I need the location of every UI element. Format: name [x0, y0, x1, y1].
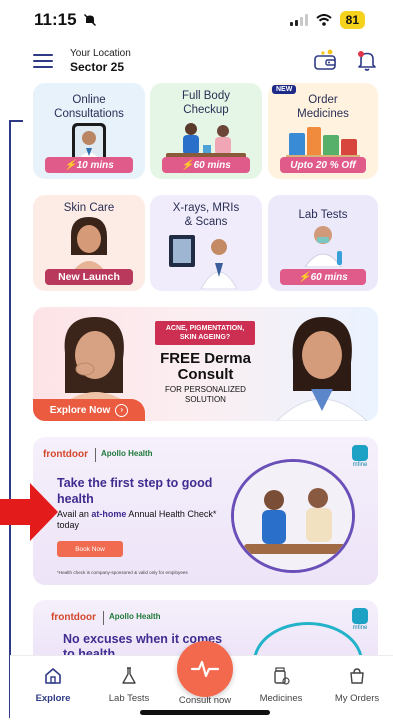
tile-xrays-mris-scans[interactable]: X-rays, MRIs & Scans [150, 195, 262, 291]
wallet-icon[interactable] [312, 48, 338, 72]
frontdoor-health-check-card[interactable]: frontdoor Apollo Health mfine Take the f… [33, 437, 378, 585]
location-selector[interactable]: Sector 25 [70, 60, 124, 74]
tile-badge: Upto 20 % Off [280, 157, 366, 173]
tile-order-medicines[interactable]: NEW Order Medicines Upto 20 % Off [268, 83, 378, 179]
tile-skin-care[interactable]: Skin Care New Launch [33, 195, 145, 291]
mfine-logo: mfine [352, 608, 368, 631]
battery-indicator: 81 [339, 11, 365, 29]
status-bar: 11:15 81 [0, 0, 393, 40]
skincare-woman-illustration [71, 217, 107, 271]
nav-label: Explore [35, 693, 71, 704]
nav-medicines[interactable]: Medicines [246, 666, 316, 704]
nav-explore[interactable]: Explore [18, 666, 88, 704]
frontdoor-logo: frontdoor [51, 612, 96, 623]
heartbeat-icon [191, 660, 219, 678]
logo-divider [103, 611, 104, 625]
lab-technician-illustration [304, 226, 342, 267]
partner-logo: Apollo Health [109, 612, 161, 621]
red-arrow-icon [0, 483, 58, 541]
medicine-icon [274, 667, 290, 685]
frontdoor-note: *Health check is company-sponsored & val… [57, 570, 188, 575]
tile-title: Full Body Checkup [182, 90, 230, 116]
status-indicators: 81 [289, 11, 365, 29]
annotation-tick [9, 120, 23, 122]
bag-icon [350, 668, 364, 684]
derma-subtitle: FOR PERSONALIZED SOLUTION [165, 385, 246, 404]
tile-title: Order Medicines [297, 94, 349, 120]
book-now-button[interactable]: Book Now [57, 541, 123, 557]
doctor-woman-illustration [276, 317, 368, 421]
chevron-right-icon: › [115, 403, 129, 417]
nav-my-orders[interactable]: My Orders [322, 666, 392, 704]
status-time: 11:15 [34, 10, 77, 29]
status-time-group: 11:15 [34, 10, 97, 30]
derma-tag: ACNE, PIGMENTATION, SKIN AGEING? [155, 321, 255, 345]
tile-title: Online Consultations [54, 94, 124, 120]
tile-badge: New Launch [45, 269, 133, 285]
tile-online-consultations[interactable]: Online Consultations ⚡10 mins [33, 83, 145, 179]
mfine-logo: mfine [352, 445, 368, 468]
nav-lab-tests[interactable]: Lab Tests [94, 666, 164, 704]
consult-now-button[interactable] [177, 641, 233, 697]
health-check-photo [231, 459, 355, 573]
frontdoor-subtitle: Avail an at-home Annual Health Check* to… [57, 509, 217, 530]
mfine-icon [352, 445, 368, 461]
mfine-label: mfine [352, 625, 368, 631]
tile-badge: ⚡60 mins [162, 157, 250, 173]
partner-logo: Apollo Health [101, 449, 153, 458]
location-label: Your Location [70, 48, 131, 59]
derma-consult-banner[interactable]: ACNE, PIGMENTATION, SKIN AGEING? FREE De… [33, 307, 378, 421]
header: Your Location Sector 25 [0, 42, 393, 78]
signal-icon [289, 14, 308, 26]
hamburger-menu-icon[interactable] [33, 54, 53, 68]
mfine-icon [352, 608, 368, 624]
mfine-label: mfine [352, 462, 368, 468]
medicines-illustration [286, 127, 360, 160]
nav-label: My Orders [334, 693, 380, 704]
app-screen: 11:15 81 Your Location Sector 25 Online … [0, 0, 393, 721]
home-icon [45, 668, 61, 684]
tile-title: Skin Care [63, 202, 115, 214]
explore-now-button[interactable]: Explore Now › [33, 399, 145, 421]
radiologist-illustration [169, 235, 238, 289]
derma-title: FREE Derma Consult [160, 350, 251, 383]
annotation-line [9, 120, 11, 718]
notification-bell-icon[interactable] [356, 48, 378, 72]
wifi-icon [315, 14, 332, 26]
explore-now-label: Explore Now [49, 404, 111, 416]
frontdoor-title: Take the first step to good health [57, 476, 213, 506]
tile-badge: ⚡10 mins [45, 157, 133, 173]
woman-face-illustration [57, 317, 135, 409]
logo-divider [95, 448, 96, 462]
bell-off-icon [83, 13, 96, 27]
tile-title: Lab Tests [298, 209, 348, 221]
tile-lab-tests[interactable]: Lab Tests ⚡60 mins [268, 195, 378, 291]
tile-full-body-checkup[interactable]: Full Body Checkup ⚡60 mins [150, 83, 262, 179]
nav-label: Lab Tests [108, 693, 150, 704]
home-indicator [140, 710, 270, 715]
tile-badge: ⚡60 mins [280, 269, 366, 285]
tile-title: X-rays, MRIs & Scans [172, 202, 240, 228]
flask-icon [122, 667, 136, 684]
frontdoor-logo: frontdoor [43, 449, 88, 460]
nav-label: Medicines [259, 693, 303, 704]
